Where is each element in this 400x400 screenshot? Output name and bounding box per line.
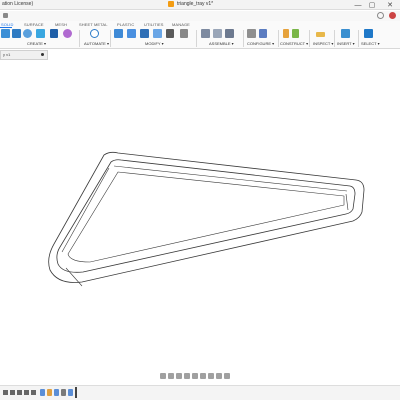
go-to-start-icon[interactable] (3, 390, 8, 395)
browser-document-name: y v1 (3, 52, 11, 57)
as-built-joint-icon[interactable] (213, 29, 222, 38)
document-icon (168, 1, 174, 7)
divider (243, 30, 244, 47)
measure-icon[interactable] (316, 32, 325, 37)
rigid-group-icon[interactable] (225, 29, 234, 38)
automate-icon[interactable] (90, 29, 99, 38)
pin-icon[interactable] (41, 53, 44, 56)
configure-label[interactable]: CONFIGURE ▾ (247, 41, 274, 46)
press-pull-icon[interactable] (114, 29, 123, 38)
modify-label[interactable]: MODIFY ▾ (145, 41, 164, 46)
previous-step-icon[interactable] (10, 390, 15, 395)
license-text: ation License) (2, 1, 34, 7)
quick-access-bar (0, 11, 400, 21)
axis-icon[interactable] (292, 29, 299, 38)
viewports-icon[interactable] (216, 373, 222, 379)
new-component-icon[interactable] (1, 29, 10, 38)
minimize-button[interactable]: — (352, 0, 364, 10)
configure-group: CONFIGURE ▾ (245, 28, 277, 49)
extrude-icon[interactable] (12, 29, 21, 38)
select-label[interactable]: SELECT ▾ (361, 41, 380, 46)
avatar[interactable] (389, 12, 396, 19)
document-tab[interactable]: triangle_tray v1* (168, 1, 213, 7)
browser-panel[interactable]: y v1 (0, 50, 48, 60)
form-icon[interactable] (63, 29, 72, 38)
inspect-group: INSPECT ▾ (311, 28, 335, 49)
divider (309, 30, 310, 47)
configure-icon[interactable] (259, 29, 267, 38)
environment-icon[interactable] (224, 373, 230, 379)
insert-group: INSERT ▾ (336, 28, 358, 49)
maximize-button[interactable]: ▢ (366, 0, 378, 10)
configure-table-icon[interactable] (247, 29, 256, 38)
go-to-end-icon[interactable] (31, 390, 36, 395)
toolbar-ribbon: CREATE ▾ AUTOMATE ▾ MODIFY ▾ ASSEMBLE ▾ … (0, 28, 400, 49)
tab-sheet-metal[interactable]: SHEET METAL (79, 22, 108, 27)
tab-manage[interactable]: MANAGE (172, 22, 190, 27)
construct-label[interactable]: CONSTRUCT ▾ (280, 41, 308, 46)
create-label[interactable]: CREATE ▾ (27, 41, 46, 46)
timeline-feature[interactable] (54, 389, 59, 396)
pan-icon[interactable] (176, 373, 182, 379)
divider (196, 30, 197, 47)
chamfer-icon[interactable] (140, 29, 149, 38)
construct-group: CONSTRUCT ▾ (280, 28, 310, 49)
zoom-icon[interactable] (184, 373, 190, 379)
timeline-feature[interactable] (61, 389, 66, 396)
revolve-icon[interactable] (23, 29, 32, 38)
timeline-feature[interactable] (40, 389, 45, 396)
display-settings-icon[interactable] (200, 373, 206, 379)
hole-icon[interactable] (36, 29, 45, 38)
select-cursor-icon[interactable] (364, 29, 373, 38)
insert-image-icon[interactable] (341, 29, 350, 38)
inspect-label[interactable]: INSPECT ▾ (313, 41, 333, 46)
assemble-group: ASSEMBLE ▾ (198, 28, 240, 49)
tab-utilities[interactable]: UTILITIES (144, 22, 164, 27)
divider (358, 30, 359, 47)
fillet-icon[interactable] (127, 29, 136, 38)
timeline-feature[interactable] (68, 389, 73, 396)
timeline-marker[interactable] (75, 387, 77, 398)
viewport-canvas[interactable] (0, 49, 400, 371)
combine-icon[interactable] (166, 29, 174, 38)
tab-surface[interactable]: SURFACE (24, 22, 44, 27)
orbit-icon[interactable] (160, 373, 166, 379)
app-menu-icon[interactable] (3, 13, 8, 18)
tab-mesh[interactable]: MESH (55, 22, 67, 27)
title-bar: ation License) triangle_tray v1* — ▢ ✕ (0, 0, 400, 10)
divider (278, 30, 279, 47)
shell-icon[interactable] (153, 29, 162, 38)
look-at-icon[interactable] (168, 373, 174, 379)
tab-plastic[interactable]: PLASTIC (117, 22, 134, 27)
divider (334, 30, 335, 47)
grid-settings-icon[interactable] (208, 373, 214, 379)
timeline (0, 385, 400, 400)
insert-label[interactable]: INSERT ▾ (337, 41, 355, 46)
automate-label[interactable]: AUTOMATE ▾ (84, 41, 109, 46)
pattern-icon[interactable] (50, 29, 58, 38)
fit-icon[interactable] (192, 373, 198, 379)
modify-group: MODIFY ▾ (112, 28, 192, 49)
assemble-label[interactable]: ASSEMBLE ▾ (209, 41, 234, 46)
play-icon[interactable] (17, 390, 22, 395)
create-group: CREATE ▾ (0, 28, 78, 49)
help-icon[interactable] (377, 12, 384, 19)
divider (110, 30, 111, 47)
timeline-feature[interactable] (47, 389, 52, 396)
next-step-icon[interactable] (24, 390, 29, 395)
close-button[interactable]: ✕ (384, 0, 396, 10)
navigation-bar (160, 371, 240, 381)
offset-plane-icon[interactable] (283, 29, 289, 38)
document-title: triangle_tray v1* (177, 1, 214, 7)
automate-group: AUTOMATE ▾ (80, 28, 110, 49)
select-group: SELECT ▾ (360, 28, 382, 49)
move-icon[interactable] (180, 29, 188, 38)
workspace-tabs: SOLID SURFACE MESH SHEET METAL PLASTIC U… (0, 21, 400, 28)
joint-icon[interactable] (201, 29, 210, 38)
